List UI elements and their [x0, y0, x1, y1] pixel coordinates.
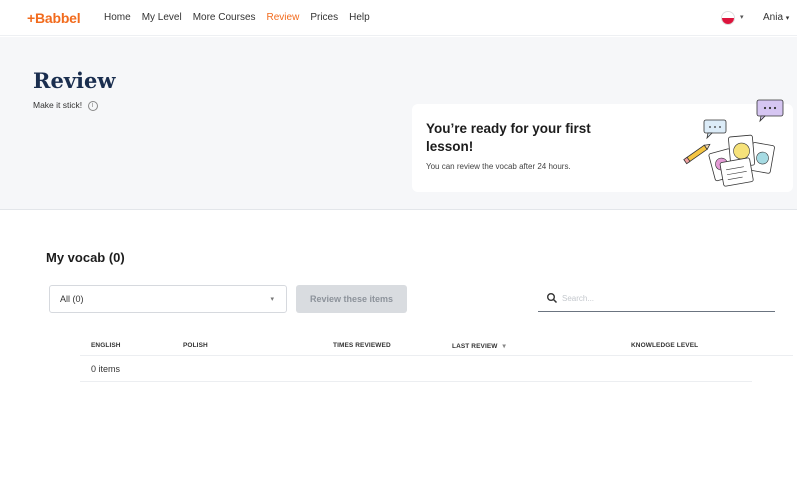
page-title: Review — [33, 68, 116, 93]
polish-flag-icon[interactable] — [721, 11, 735, 25]
info-icon[interactable]: i — [87, 100, 98, 111]
user-caret-icon: ▾ — [785, 15, 790, 22]
row-divider — [80, 381, 752, 382]
column-polish[interactable]: POLISH — [183, 342, 208, 349]
card-text: You can review the vocab after 24 hours. — [426, 162, 571, 171]
column-last-review-label: LAST REVIEW — [452, 343, 498, 350]
top-nav: +Babbel Home My Level More Courses Revie… — [0, 0, 797, 36]
language-caret-icon[interactable]: ▾ — [740, 13, 744, 21]
review-illustration-icon — [683, 99, 784, 187]
subtitle-text: Make it stick! — [33, 100, 83, 110]
header-divider — [80, 355, 793, 356]
column-last-review[interactable]: LAST REVIEW ▾ — [452, 342, 506, 350]
nav-link-my-level[interactable]: My Level — [142, 12, 182, 23]
search-field[interactable] — [538, 286, 775, 312]
first-lesson-card: You’re ready for your first lesson! You … — [412, 99, 793, 192]
search-input[interactable] — [562, 290, 762, 306]
nav-link-prices[interactable]: Prices — [310, 12, 338, 23]
chevron-down-icon: ▾ — [270, 296, 274, 303]
vocab-title: My vocab (0) — [46, 250, 125, 265]
items-count: 0 items — [91, 364, 121, 374]
column-english[interactable]: ENGLISH — [91, 342, 121, 349]
filter-value: All (0) — [60, 294, 84, 304]
nav-link-more-courses[interactable]: More Courses — [193, 12, 256, 23]
search-icon — [547, 293, 558, 304]
user-name: Ania — [763, 12, 784, 23]
vocab-filter-select[interactable]: All (0) ▾ — [49, 285, 287, 313]
babbel-logo[interactable]: +Babbel — [27, 10, 81, 26]
user-menu[interactable]: Ania ▾ — [763, 12, 789, 23]
nav-links: Home My Level More Courses Review Prices… — [104, 12, 370, 23]
sort-icon: ▾ — [502, 343, 506, 350]
review-items-button[interactable]: Review these items — [296, 285, 407, 313]
page-subtitle: Make it stick! i — [33, 100, 98, 111]
vocab-panel: My vocab (0) All (0) ▾ Review these item… — [33, 224, 793, 504]
nav-link-help[interactable]: Help — [349, 12, 370, 23]
column-knowledge-level[interactable]: KNOWLEDGE LEVEL — [631, 342, 698, 349]
nav-link-review[interactable]: Review — [267, 12, 300, 23]
nav-link-home[interactable]: Home — [104, 12, 131, 23]
column-times-reviewed[interactable]: TIMES REVIEWED — [333, 342, 391, 349]
card-title: You’re ready for your first lesson! — [426, 121, 591, 154]
